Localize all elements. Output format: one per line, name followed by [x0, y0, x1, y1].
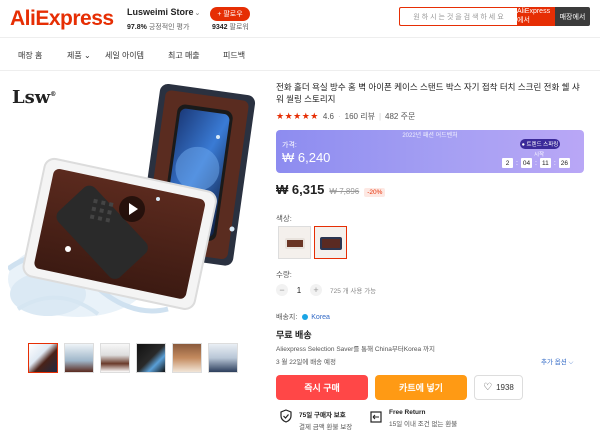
star-rating-icon: ★★★★★	[276, 111, 319, 121]
divider: |	[378, 112, 382, 121]
location-pin-icon	[302, 314, 309, 320]
shield-check-icon	[280, 409, 292, 423]
countdown-separator: :	[534, 159, 537, 167]
store-rating-label: 긍정적인 평가	[148, 24, 190, 31]
play-icon	[129, 203, 138, 215]
store-name-text[interactable]: Lusweimi Store	[127, 7, 194, 17]
nav-item-best-sellers[interactable]: 최고 매출	[168, 50, 200, 61]
nav-item-products-label[interactable]: 제품	[67, 51, 82, 60]
quantity-decrease-button[interactable]: −	[276, 284, 288, 296]
thumbnail-image	[65, 344, 93, 372]
product-main-image[interactable]: Lsw®	[8, 79, 266, 335]
buyer-protection-subtitle: 결제 금액 환불 보장	[299, 424, 353, 431]
rating-value: 4.6	[322, 112, 334, 121]
store-name[interactable]: Lusweimi Store⌄	[127, 7, 200, 17]
countdown-separator: :	[516, 159, 518, 167]
promo-price-label: 가격:	[282, 142, 297, 149]
thumbnail-image	[29, 344, 57, 372]
chevron-down-icon[interactable]: ⌄	[82, 51, 91, 60]
product-title: 전화 홀더 욕실 방수 홈 벽 아이폰 케이스 스탠드 박스 자기 접착 터치 …	[276, 82, 580, 104]
rating-row: ★★★★★ 4.6 · 160 리뷰 | 482 주문	[276, 111, 415, 122]
shipping-detail: Aliexpress Selection Saver를 통해 China부터Ko…	[276, 346, 435, 353]
video-play-button[interactable]	[119, 196, 145, 222]
wishlist-button[interactable]: ♡ 1938	[474, 375, 523, 400]
free-return-text: Free Return 15일 이내 조건 없는 환불	[389, 409, 457, 428]
more-shipping-options-link[interactable]: 추가 옵션 ⌵	[541, 356, 573, 367]
heart-icon: ♡	[483, 382, 493, 393]
free-return-subtitle: 15일 이내 조건 없는 환불	[389, 421, 458, 428]
buyer-protection-title: 75일 구매자 보호	[299, 412, 346, 419]
color-label: 색상:	[276, 214, 292, 223]
nav-item-store-home[interactable]: 매장 홈	[18, 50, 42, 61]
divider: ·	[337, 112, 341, 121]
nav-item-sale[interactable]: 세일 아이템	[105, 50, 144, 61]
quantity-input[interactable]: 1	[288, 286, 310, 295]
store-rating: 97.8% 긍정적인 평가	[127, 22, 189, 32]
search-aliexpress-button[interactable]: AliExpress에서	[517, 7, 555, 26]
buyer-protection-text: 75일 구매자 보호 결제 금액 환불 보장	[299, 409, 352, 431]
followers-value: 9342	[212, 24, 228, 31]
free-return[interactable]: Free Return 15일 이내 조건 없는 환불	[370, 409, 457, 428]
shipping-title: 무료 배송	[276, 330, 312, 340]
add-to-cart-button[interactable]: 카트에 넣기	[375, 375, 467, 400]
countdown-separator: :	[553, 159, 556, 167]
countdown-hours: 04	[520, 158, 532, 168]
delivery-date: 3 월 22일에 배송 예정	[276, 359, 336, 366]
stock-available: 725 개 사용 가능	[330, 288, 377, 295]
nav-item-products[interactable]: 제품 ⌄	[67, 50, 91, 61]
promo-start-label: 시작	[534, 152, 545, 158]
countdown-timer: 2 : 04 : 11 : 26	[502, 158, 570, 168]
ship-country-selector[interactable]: Korea	[311, 314, 330, 321]
follow-button[interactable]: + 팔로우	[210, 7, 250, 21]
brand-logo-icon: Lsw®	[12, 87, 57, 108]
wishlist-count: 1938	[496, 383, 514, 392]
original-price: ₩ 7,896	[329, 187, 360, 196]
promo-banner: 2022년 패션 어드벤처 가격: ₩ 6,240 ● 트렌드 스파링 시작 2…	[276, 130, 584, 173]
color-swatch-image	[285, 238, 305, 249]
thumbnail-image	[101, 344, 129, 372]
quantity-stepper: − 1 + 725 개 사용 가능	[276, 284, 376, 296]
aliexpress-logo[interactable]: AliExpress	[10, 7, 114, 31]
countdown-days: 2	[502, 158, 513, 168]
quantity-label: 수량:	[276, 270, 292, 279]
return-box-icon	[370, 411, 382, 423]
thumbnail-image	[173, 344, 201, 372]
ship-to-label: 배송지:	[276, 314, 298, 321]
review-count-link[interactable]: 160 리뷰	[345, 111, 375, 122]
thumbnail-4[interactable]	[136, 343, 166, 373]
discount-badge: -20%	[364, 188, 386, 197]
color-swatch-image	[320, 237, 342, 250]
site-header: AliExpress Lusweimi Store⌄ 97.8% 긍정적인 평가…	[0, 0, 600, 38]
price-row: ₩ 6,315 ₩ 7,896 -20%	[276, 182, 386, 197]
thumbnail-2[interactable]	[64, 343, 94, 373]
quantity-increase-button[interactable]: +	[310, 284, 322, 296]
chevron-down-icon[interactable]: ⌄	[195, 10, 201, 17]
color-option-1[interactable]	[278, 226, 311, 259]
nav-item-feedback[interactable]: 피드백	[223, 50, 245, 61]
store-nav: 매장 홈 제품 ⌄ 세일 아이템 최고 매출 피드백	[0, 39, 600, 71]
promo-campaign-tag: 2022년 패션 어드벤처	[402, 133, 458, 139]
countdown-minutes: 11	[539, 158, 551, 168]
thumbnail-1[interactable]	[28, 343, 58, 373]
search-store-button[interactable]: 매장에서	[555, 7, 590, 26]
countdown-seconds: 26	[558, 158, 570, 168]
followers-label: 팔로워	[229, 24, 249, 31]
free-return-title: Free Return	[389, 409, 426, 416]
store-rating-value: 97.8%	[127, 24, 147, 31]
thumbnail-6[interactable]	[208, 343, 238, 373]
current-price: ₩ 6,315	[276, 182, 325, 197]
thumbnail-3[interactable]	[100, 343, 130, 373]
order-count: 482 주문	[385, 112, 416, 121]
promo-badge: ● 트렌드 스파링	[520, 139, 560, 149]
thumbnail-image	[209, 344, 237, 372]
color-option-2[interactable]	[314, 226, 347, 259]
promo-price: ₩ 6,240	[282, 150, 331, 165]
thumbnail-image	[137, 344, 165, 372]
search-input[interactable]: 원 하 시 는 것 을 검 색 하 세 요	[399, 7, 517, 26]
buyer-protection[interactable]: 75일 구매자 보호 결제 금액 환불 보장	[280, 409, 352, 431]
thumbnail-5[interactable]	[172, 343, 202, 373]
buy-now-button[interactable]: 즉시 구매	[276, 375, 368, 400]
ship-to-row: 배송지: Korea	[276, 312, 330, 322]
followers-count: 9342 팔로워	[212, 22, 249, 32]
